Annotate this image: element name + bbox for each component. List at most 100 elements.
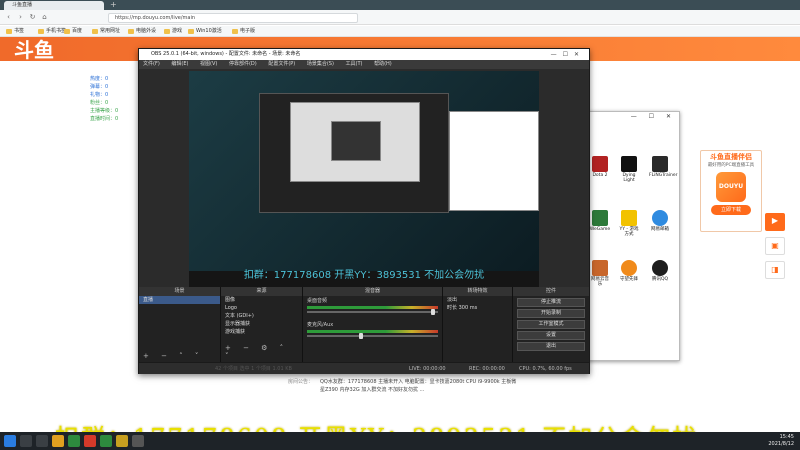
app-shortcut[interactable]: 网易邮箱: [649, 210, 671, 232]
dock-toolbar[interactable]: + − ⚙ ˄ ˅: [225, 344, 302, 360]
download-button[interactable]: 立即下载: [711, 205, 751, 215]
mixer-track-name: 桌面音频: [307, 298, 328, 304]
obs-window: OBS 25.0.1 (64-bit, windows) - 配置文件: 未命名…: [138, 48, 590, 374]
volume-fader[interactable]: [307, 333, 438, 339]
cpu-status: CPU: 0.7%, 60.00 fps: [519, 366, 572, 372]
app-shortcut[interactable]: 网易云音乐: [589, 260, 611, 287]
menu-item[interactable]: 工具(T): [346, 61, 363, 67]
bookmark-item[interactable]: 手机书签: [38, 28, 66, 35]
studio-mode-button[interactable]: 工作室模式: [517, 320, 585, 329]
overlay-text: 扣群：177178608 开黑YY：3893531 不加公会勿扰: [243, 270, 485, 281]
dock-header: 来源: [221, 287, 302, 296]
obs-title: OBS 25.0.1 (64-bit, windows) - 配置文件: 未命名…: [151, 51, 301, 57]
menu-item[interactable]: 配置文件(P): [268, 61, 295, 67]
search-icon[interactable]: [20, 435, 32, 447]
stop-streaming-button[interactable]: 停止推流: [517, 298, 585, 307]
app-icon[interactable]: [84, 435, 96, 447]
app-label: YY - 游戏方式: [619, 227, 639, 237]
app-shortcut[interactable]: FLiNGTrainer: [649, 156, 677, 178]
mixer-track[interactable]: 麦克风/Aux: [307, 322, 438, 344]
start-recording-button[interactable]: 开始录制: [517, 309, 585, 318]
volume-fader[interactable]: [307, 309, 438, 315]
app-icon: [652, 210, 668, 226]
window-controls[interactable]: — ☐ ✕: [586, 112, 679, 122]
preview-canvas: [189, 71, 539, 271]
app-shortcut[interactable]: 腾讯QQ: [649, 260, 671, 282]
bookmark-item[interactable]: 游戏: [164, 28, 182, 35]
dock-header: 转场特效: [443, 287, 512, 296]
menu-item[interactable]: 文件(F): [143, 61, 160, 67]
app-label: 腾讯QQ: [651, 277, 669, 282]
app-label: 网易云音乐: [591, 277, 609, 287]
app-icon[interactable]: [100, 435, 112, 447]
announce-label: 房间公告：: [288, 379, 314, 385]
app-shortcut[interactable]: Dying Light: [618, 156, 640, 183]
clock-date: 2021/8/12: [768, 441, 794, 447]
system-clock[interactable]: 15:45 2021/8/12: [768, 434, 794, 448]
menu-item[interactable]: 编辑(E): [171, 61, 188, 67]
fader-knob[interactable]: [359, 333, 364, 339]
app-label: WeGame: [589, 227, 611, 232]
app-icon[interactable]: [68, 435, 80, 447]
bookmark-item[interactable]: 常用网址: [92, 28, 120, 35]
transitions-dock: 转场特效 淡出 时长 300 ms: [443, 287, 513, 362]
menu-item[interactable]: 停靠部件(D): [229, 61, 257, 67]
app-icon: [621, 260, 637, 276]
explorer-icon[interactable]: [52, 435, 64, 447]
source-item[interactable]: 文本 (GDI+): [221, 312, 302, 320]
play-icon[interactable]: ▶: [765, 213, 785, 231]
bookmark-item[interactable]: 电子版: [232, 28, 255, 35]
source-item[interactable]: 游戏捕获: [221, 328, 302, 336]
duration-field[interactable]: 时长 300 ms: [443, 304, 512, 312]
start-icon[interactable]: [4, 435, 16, 447]
task-view-icon[interactable]: [36, 435, 48, 447]
ad-badge: DOUYU: [716, 172, 746, 202]
app-shortcut[interactable]: Dota 2: [589, 156, 611, 178]
app-icon: [592, 156, 608, 172]
app-label: FLiNGTrainer: [649, 173, 678, 178]
new-tab-icon[interactable]: +: [110, 0, 117, 10]
menu-item[interactable]: 场景集合(S): [307, 61, 334, 67]
fader-knob[interactable]: [431, 309, 436, 315]
scene-item[interactable]: 直播: [139, 296, 220, 304]
bookmark-item[interactable]: 百度: [64, 28, 82, 35]
bookmark-item[interactable]: 电脑外设: [128, 28, 156, 35]
app-shortcut[interactable]: YY - 游戏方式: [618, 210, 640, 237]
home-icon[interactable]: ⌂: [40, 13, 49, 22]
app-shortcut[interactable]: 守望先锋: [618, 260, 640, 282]
menu-item[interactable]: 帮助(H): [374, 61, 392, 67]
nested-capture: [259, 93, 449, 213]
clock-time: 15:45: [779, 434, 794, 440]
douyu-logo[interactable]: 斗鱼: [14, 37, 54, 63]
forward-icon[interactable]: ›: [16, 13, 25, 22]
mixer-track[interactable]: 桌面音频: [307, 298, 438, 320]
source-item[interactable]: Logo: [221, 304, 302, 312]
bookmark-item[interactable]: 书签: [6, 28, 24, 35]
browser-tab[interactable]: 斗鱼直播: [4, 1, 104, 10]
video-icon[interactable]: ▣: [765, 237, 785, 255]
app-shortcut[interactable]: WeGame: [589, 210, 611, 232]
mixer-track-name: 麦克风/Aux: [307, 322, 334, 328]
duration-label: 时长: [447, 305, 458, 311]
app-icon: [592, 210, 608, 226]
back-icon[interactable]: ‹: [4, 13, 13, 22]
exit-button[interactable]: 退出: [517, 342, 585, 351]
bookmark-item[interactable]: Win10激活: [188, 28, 222, 35]
app-icon[interactable]: [116, 435, 128, 447]
browser-window: 斗鱼直播 + ‹ › ↻ ⌂ https://mp.douyu.com/live…: [0, 0, 800, 450]
douyu-companion-ad[interactable]: 斗鱼直播伴侣 最好用的PC端直播工具 DOUYU 立即下载: [700, 150, 762, 232]
transition-select[interactable]: 淡出: [443, 296, 512, 304]
source-item[interactable]: 图像: [221, 296, 302, 304]
obs-icon[interactable]: [132, 435, 144, 447]
dock-toolbar[interactable]: + − ˄ ˅: [143, 352, 203, 360]
window-controls[interactable]: —☐✕: [551, 49, 585, 60]
volume-meter: [307, 330, 438, 333]
refresh-icon[interactable]: ↻: [28, 13, 37, 22]
bookmarks-bar: 书签 手机书签 百度 常用网址 电脑外设 游戏 Win10激活 电子版: [0, 26, 800, 37]
url-input[interactable]: https://mp.douyu.com/live/main: [108, 13, 358, 23]
gallery-icon[interactable]: ◨: [765, 261, 785, 279]
menu-item[interactable]: 视图(V): [200, 61, 217, 67]
obs-title-bar: OBS 25.0.1 (64-bit, windows) - 配置文件: 未命名…: [139, 49, 589, 60]
source-item[interactable]: 显示器捕获: [221, 320, 302, 328]
settings-button[interactable]: 设置: [517, 331, 585, 340]
